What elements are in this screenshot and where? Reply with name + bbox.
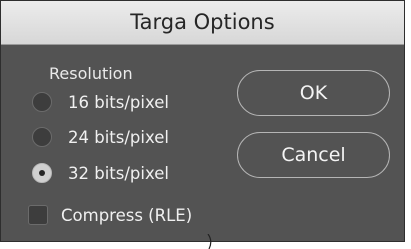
compress-rle-option[interactable]: Compress (RLE) — [28, 202, 192, 228]
ok-button[interactable]: OK — [237, 70, 390, 116]
radio-16-bits[interactable]: 16 bits/pixel — [32, 89, 169, 115]
radio-dot-icon — [39, 170, 45, 176]
radio-16-bits-label[interactable]: 16 bits/pixel — [68, 93, 169, 112]
radio-32-bits[interactable]: 32 bits/pixel — [32, 160, 169, 186]
text-cursor-icon — [207, 234, 212, 249]
targa-options-dialog: Targa Options Resolution 16 bits/pixel 2… — [0, 0, 405, 242]
radio-button-checked[interactable] — [32, 163, 52, 183]
compress-rle-checkbox[interactable] — [28, 205, 48, 225]
radio-24-bits-label[interactable]: 24 bits/pixel — [68, 128, 169, 147]
radio-button-unchecked[interactable] — [32, 92, 52, 112]
dialog-titlebar[interactable]: Targa Options — [1, 1, 404, 45]
radio-32-bits-label[interactable]: 32 bits/pixel — [68, 164, 169, 183]
cancel-button[interactable]: Cancel — [237, 132, 390, 178]
compress-rle-label[interactable]: Compress (RLE) — [61, 206, 192, 225]
radio-button-unchecked[interactable] — [32, 127, 52, 147]
radio-24-bits[interactable]: 24 bits/pixel — [32, 124, 169, 150]
dialog-title: Targa Options — [130, 10, 275, 34]
resolution-legend: Resolution — [49, 64, 133, 83]
